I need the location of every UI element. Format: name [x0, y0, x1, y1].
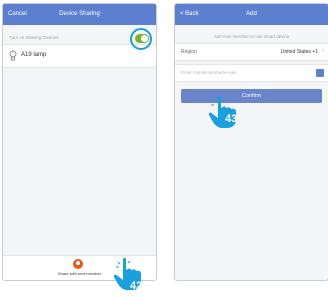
toggle-knob	[141, 35, 148, 42]
contact-book-icon[interactable]	[316, 69, 324, 77]
add-member-screen: < Back Add Add new member to use smart d…	[174, 3, 328, 281]
add-member-hint: Add new member to use smart device	[213, 34, 290, 39]
add-member-icon	[73, 259, 83, 269]
step-number: 43	[225, 113, 238, 125]
device-row[interactable]: A19 lamp	[3, 44, 156, 68]
sharing-toggle[interactable]	[135, 34, 149, 43]
region-label: Region	[181, 49, 197, 55]
contact-input-row[interactable]: Enter mobile number/e-mail	[175, 64, 328, 82]
navbar: Cancel Device Sharing	[3, 4, 156, 25]
page-title: Device Sharing	[59, 11, 100, 17]
region-row[interactable]: Region United States +1 ›	[175, 43, 328, 61]
step-number: 42	[130, 280, 143, 292]
contact-input[interactable]: Enter mobile number/e-mail	[181, 70, 236, 75]
bulb-icon	[9, 50, 17, 61]
navbar: < Back Add	[175, 4, 328, 25]
chevron-right-icon: ›	[322, 48, 324, 54]
device-name: A19 lamp	[21, 52, 47, 58]
page-title: Add	[246, 11, 257, 17]
confirm-button[interactable]: Confirm	[181, 89, 322, 103]
region-value: United States +1	[280, 49, 318, 55]
